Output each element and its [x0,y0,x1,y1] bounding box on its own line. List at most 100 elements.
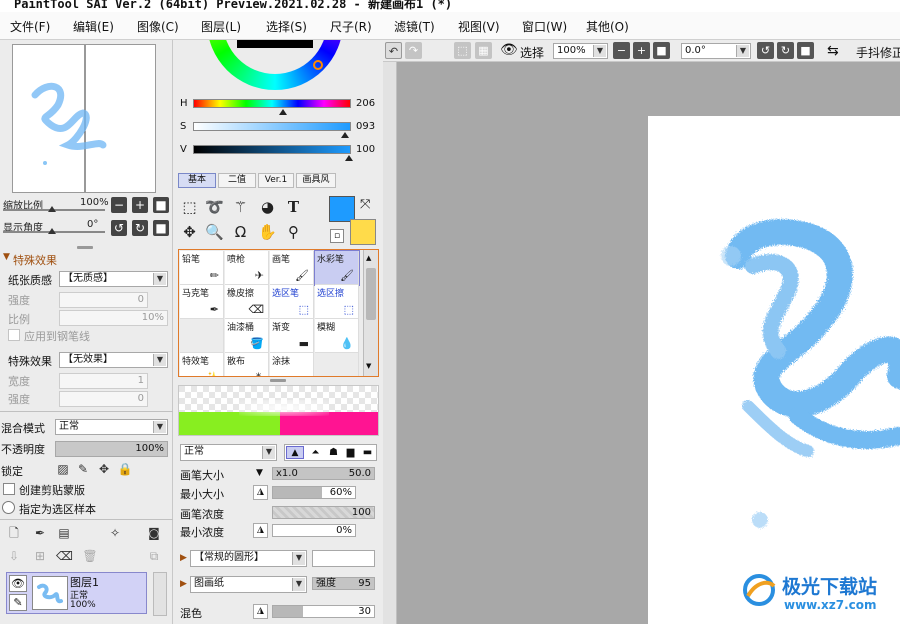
effect-strength-field[interactable]: 0 [59,391,148,407]
brush-shape-select[interactable]: 【常规的圆形】 ▼ [190,550,307,567]
menu-filter[interactable]: 滤镜(T) [394,18,435,35]
hue-slider[interactable] [193,99,351,108]
tab-binary[interactable]: 二值 [218,173,256,188]
canvas-rotate-reset-button[interactable]: ■ [797,42,814,59]
lock-move-icon[interactable]: ✥ [96,461,112,477]
brush-scroll-thumb[interactable] [366,268,376,320]
tab-painter-style[interactable]: 画具风 [296,173,336,188]
panel-resize-handle[interactable] [77,246,93,249]
new-layer-icon[interactable]: 🗋 [6,525,22,541]
hue-marker[interactable] [313,60,323,70]
flip-horizontal-icon[interactable]: ⇆ [827,43,839,59]
paper-strength-field[interactable]: 0 [59,292,148,308]
brush-slot[interactable]: 特效笔 ✨ [180,353,224,376]
color-wheel[interactable] [207,40,343,90]
color-square[interactable] [237,40,313,48]
brush-slot[interactable]: 画笔 🖌 [270,251,314,285]
zoom-in-button[interactable]: + [132,197,148,213]
menu-ruler[interactable]: 尺子(R) [330,18,372,35]
duplicate-layer-icon[interactable]: ⊞ [32,548,48,564]
brush-tip-flat-icon[interactable]: ☗ [325,446,342,459]
angle-slider-thumb[interactable] [48,228,56,234]
new-linework-layer-icon[interactable]: ✒ [32,525,48,541]
zoom-out-button[interactable]: − [111,197,127,213]
selection-source-radio[interactable] [2,501,15,514]
brush-slot[interactable]: 喷枪 ✈ [225,251,269,285]
hand-tool-icon[interactable]: ✋ [257,222,278,243]
visibility-eye-icon[interactable]: 👁 [9,575,27,592]
rotate-right-button[interactable]: ↻ [132,220,148,236]
effect-select[interactable]: 【无效果】 ▼ [59,352,168,368]
paper-texture-select[interactable]: 【无质感】 ▼ [59,271,168,287]
zoom-reset-button[interactable]: ■ [153,197,169,213]
canvas-page[interactable] [648,116,900,624]
canvas-zoom-in-button[interactable]: + [633,42,650,59]
size-dropdown-icon[interactable]: ▼ [256,468,263,478]
blend-slider[interactable]: 30 [272,605,375,618]
text-tool-icon[interactable]: T [283,197,304,218]
brush-tip-square-icon[interactable]: ▆ [342,446,359,459]
rect-select-icon[interactable]: ⬚ [179,197,200,218]
expand-icon[interactable]: ▶ [180,579,187,589]
pressure-blend-icon[interactable]: ◮ [253,604,268,619]
brush-slot[interactable]: 渐变 ▬ [270,319,314,353]
canvas-zoom-reset-button[interactable]: ■ [653,42,670,59]
brush-slot[interactable]: 马克笔 ✒ [180,285,224,319]
value-slider[interactable] [193,145,351,154]
clear-layer-icon[interactable]: ⌫ [56,548,73,564]
merge-down-icon[interactable]: ⇩ [6,548,22,564]
selection-visibility-icon[interactable]: 👁 [500,42,518,58]
layer-scrollbar[interactable] [153,572,167,616]
canvas-zoom-out-button[interactable]: − [613,42,630,59]
menu-window[interactable]: 窗口(W) [522,18,567,35]
brush-texture-select[interactable]: 图画纸 ▼ [190,576,307,593]
menu-select[interactable]: 选择(S) [266,18,307,35]
lock-transparency-icon[interactable]: ▨ [55,461,71,477]
shape-tool-icon[interactable]: ◕ [257,197,278,218]
brush-tip-block-icon[interactable]: ▬ [359,446,376,459]
lock-paint-icon[interactable]: ✎ [75,461,91,477]
pressure-size-icon[interactable]: ◮ [253,485,268,500]
brush-shape-strength-field[interactable] [312,550,375,567]
menu-other[interactable]: 其他(O) [586,18,629,35]
brush-slot[interactable]: 铅笔 ✏ [180,251,224,285]
hue-thumb[interactable] [279,109,287,115]
lock-all-icon[interactable]: 🔒 [117,461,133,477]
saturation-thumb[interactable] [341,132,349,138]
lasso-icon[interactable]: ➰ [204,197,225,218]
saturation-slider[interactable] [193,122,351,131]
paper-scale-field[interactable]: 10% [59,310,168,326]
transparent-color-icon[interactable]: ▫ [330,229,344,243]
chevron-up-icon[interactable]: ▲ [366,254,371,262]
layer-mask-icon[interactable]: ◙ [146,525,162,541]
tab-basic[interactable]: 基本 [178,173,216,188]
texture-strength-slider[interactable]: 强度 95 [312,577,375,590]
canvas-angle-select[interactable]: 0.0° ▼ [681,43,751,59]
menu-view[interactable]: 视图(V) [458,18,500,35]
new-folder-icon[interactable]: ▤ [56,525,72,541]
brush-slot[interactable]: 模糊 💧 [315,319,359,353]
blend-mode-select[interactable]: 正常 ▼ [55,419,168,435]
navigator-preview[interactable] [12,44,156,193]
brush-slot[interactable]: 选区笔 ⬚ [270,285,314,319]
brush-slot[interactable]: 涂抹 ☁ [270,353,314,376]
canvas-rotate-right-button[interactable]: ↻ [777,42,794,59]
brush-tip-round-icon[interactable]: ⏶ [307,446,324,459]
opacity-slider[interactable]: 100% [55,441,168,457]
effect-width-field[interactable]: 1 [59,373,148,389]
tab-ver1[interactable]: Ver.1 [258,173,294,188]
rotate-tool-icon[interactable]: Ω [230,222,251,243]
brush-slot[interactable]: 油漆桶 🪣 [225,319,269,353]
brush-tip-cone-icon[interactable]: ▲ [286,446,304,459]
canvas-zoom-select[interactable]: 100% ▼ [553,43,608,59]
menu-layer[interactable]: 图层(L) [201,18,241,35]
menu-edit[interactable]: 编辑(E) [73,18,114,35]
magic-wand-icon[interactable]: ⚚ [230,197,251,218]
zoom-slider-thumb[interactable] [48,206,56,212]
panel-resize-handle[interactable] [270,379,286,382]
layer-row[interactable]: 👁 ✎ 图层1 正常 100% [6,572,147,614]
apply-pen-checkbox[interactable] [8,329,20,341]
merge-visible-icon[interactable]: ⧉ [146,548,162,564]
min-density-slider[interactable]: 0% [272,524,356,537]
collapse-icon[interactable]: ▼ [3,252,10,262]
